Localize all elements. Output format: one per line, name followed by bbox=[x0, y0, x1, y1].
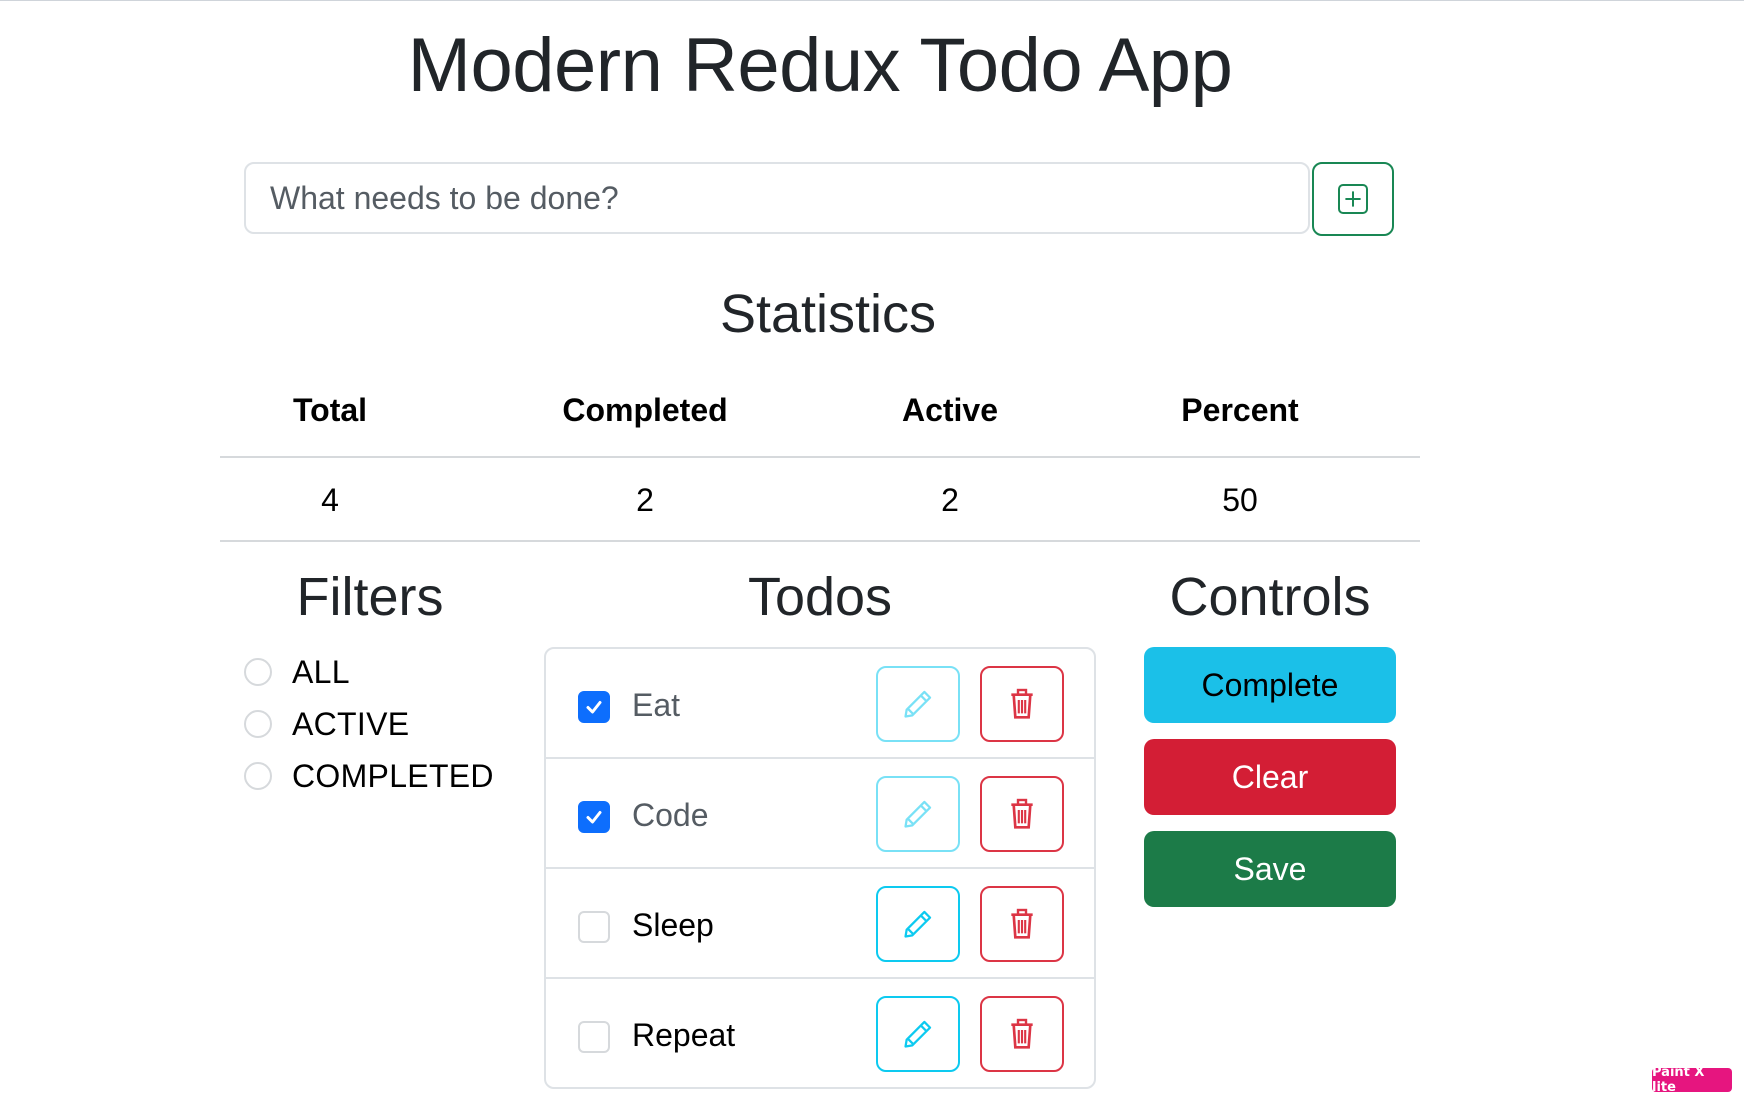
trash-icon bbox=[1011, 798, 1033, 829]
statistics-table: Total Completed Active Percent 4 2 2 50 bbox=[220, 374, 1420, 542]
complete-button[interactable]: Complete bbox=[1144, 647, 1396, 723]
statistics-header-row: Total Completed Active Percent bbox=[220, 374, 1420, 458]
pencil-icon bbox=[904, 910, 932, 938]
todo-text: Eat bbox=[632, 687, 681, 723]
todo-checkbox[interactable] bbox=[578, 801, 610, 833]
delete-todo-button[interactable] bbox=[980, 776, 1064, 852]
stat-value-percent: 50 bbox=[1222, 482, 1258, 518]
filters-title: Filters bbox=[296, 567, 444, 627]
todo-text: Code bbox=[632, 797, 709, 833]
new-todo-input[interactable] bbox=[244, 162, 1310, 234]
todo-item: Sleep bbox=[546, 869, 1094, 979]
stat-header-completed: Completed bbox=[562, 392, 728, 428]
stat-header-percent: Percent bbox=[1181, 392, 1299, 428]
check-icon bbox=[586, 811, 602, 824]
save-button[interactable]: Save bbox=[1144, 831, 1396, 907]
trash-icon bbox=[1011, 1018, 1033, 1049]
pencil-icon bbox=[904, 1020, 932, 1048]
filter-label: ALL bbox=[292, 653, 350, 690]
filter-label: ACTIVE bbox=[292, 705, 410, 742]
clear-button[interactable]: Clear bbox=[1144, 739, 1396, 815]
controls-title: Controls bbox=[1169, 567, 1371, 627]
trash-icon bbox=[1011, 688, 1033, 719]
todo-text: Sleep bbox=[632, 907, 714, 943]
pencil-icon bbox=[904, 800, 932, 828]
todo-checkbox[interactable] bbox=[578, 691, 610, 723]
todo-checkbox[interactable] bbox=[578, 1021, 610, 1053]
todo-item: Repeat bbox=[546, 979, 1094, 1087]
add-todo-button[interactable] bbox=[1312, 162, 1394, 236]
stat-header-active: Active bbox=[901, 392, 999, 428]
delete-todo-button[interactable] bbox=[980, 886, 1064, 962]
filter-option-active[interactable]: ACTIVE bbox=[244, 704, 409, 744]
filter-radio[interactable] bbox=[244, 658, 272, 686]
pencil-icon bbox=[904, 690, 932, 718]
plus-square-icon bbox=[1338, 184, 1368, 214]
edit-todo-button[interactable] bbox=[876, 666, 960, 742]
delete-todo-button[interactable] bbox=[980, 666, 1064, 742]
stat-header-total: Total bbox=[292, 392, 368, 428]
top-border bbox=[0, 0, 1744, 1]
filter-radio[interactable] bbox=[244, 762, 272, 790]
filter-option-completed[interactable]: COMPLETED bbox=[244, 756, 494, 796]
filter-label: COMPLETED bbox=[292, 757, 494, 794]
check-icon bbox=[586, 701, 602, 714]
stat-value-total: 4 bbox=[321, 482, 339, 518]
edit-todo-button[interactable] bbox=[876, 776, 960, 852]
filter-option-all[interactable]: ALL bbox=[244, 652, 350, 692]
statistics-value-row: 4 2 2 50 bbox=[220, 458, 1420, 542]
todo-list: Eat Code Sleep Repeat bbox=[544, 647, 1096, 1089]
stat-value-completed: 2 bbox=[636, 482, 654, 518]
delete-todo-button[interactable] bbox=[980, 996, 1064, 1072]
todo-item: Eat bbox=[546, 649, 1094, 759]
watermark-badge: Paint X lite bbox=[1652, 1065, 1732, 1095]
edit-todo-button[interactable] bbox=[876, 886, 960, 962]
todo-item: Code bbox=[546, 759, 1094, 869]
filter-radio[interactable] bbox=[244, 710, 272, 738]
page-title: Modern Redux Todo App bbox=[407, 23, 1233, 108]
trash-icon bbox=[1011, 908, 1033, 939]
stat-value-active: 2 bbox=[941, 482, 959, 518]
todo-text: Repeat bbox=[632, 1017, 736, 1053]
edit-todo-button[interactable] bbox=[876, 996, 960, 1072]
todo-checkbox[interactable] bbox=[578, 911, 610, 943]
statistics-title: Statistics bbox=[720, 284, 937, 344]
todos-title: Todos bbox=[747, 567, 893, 627]
